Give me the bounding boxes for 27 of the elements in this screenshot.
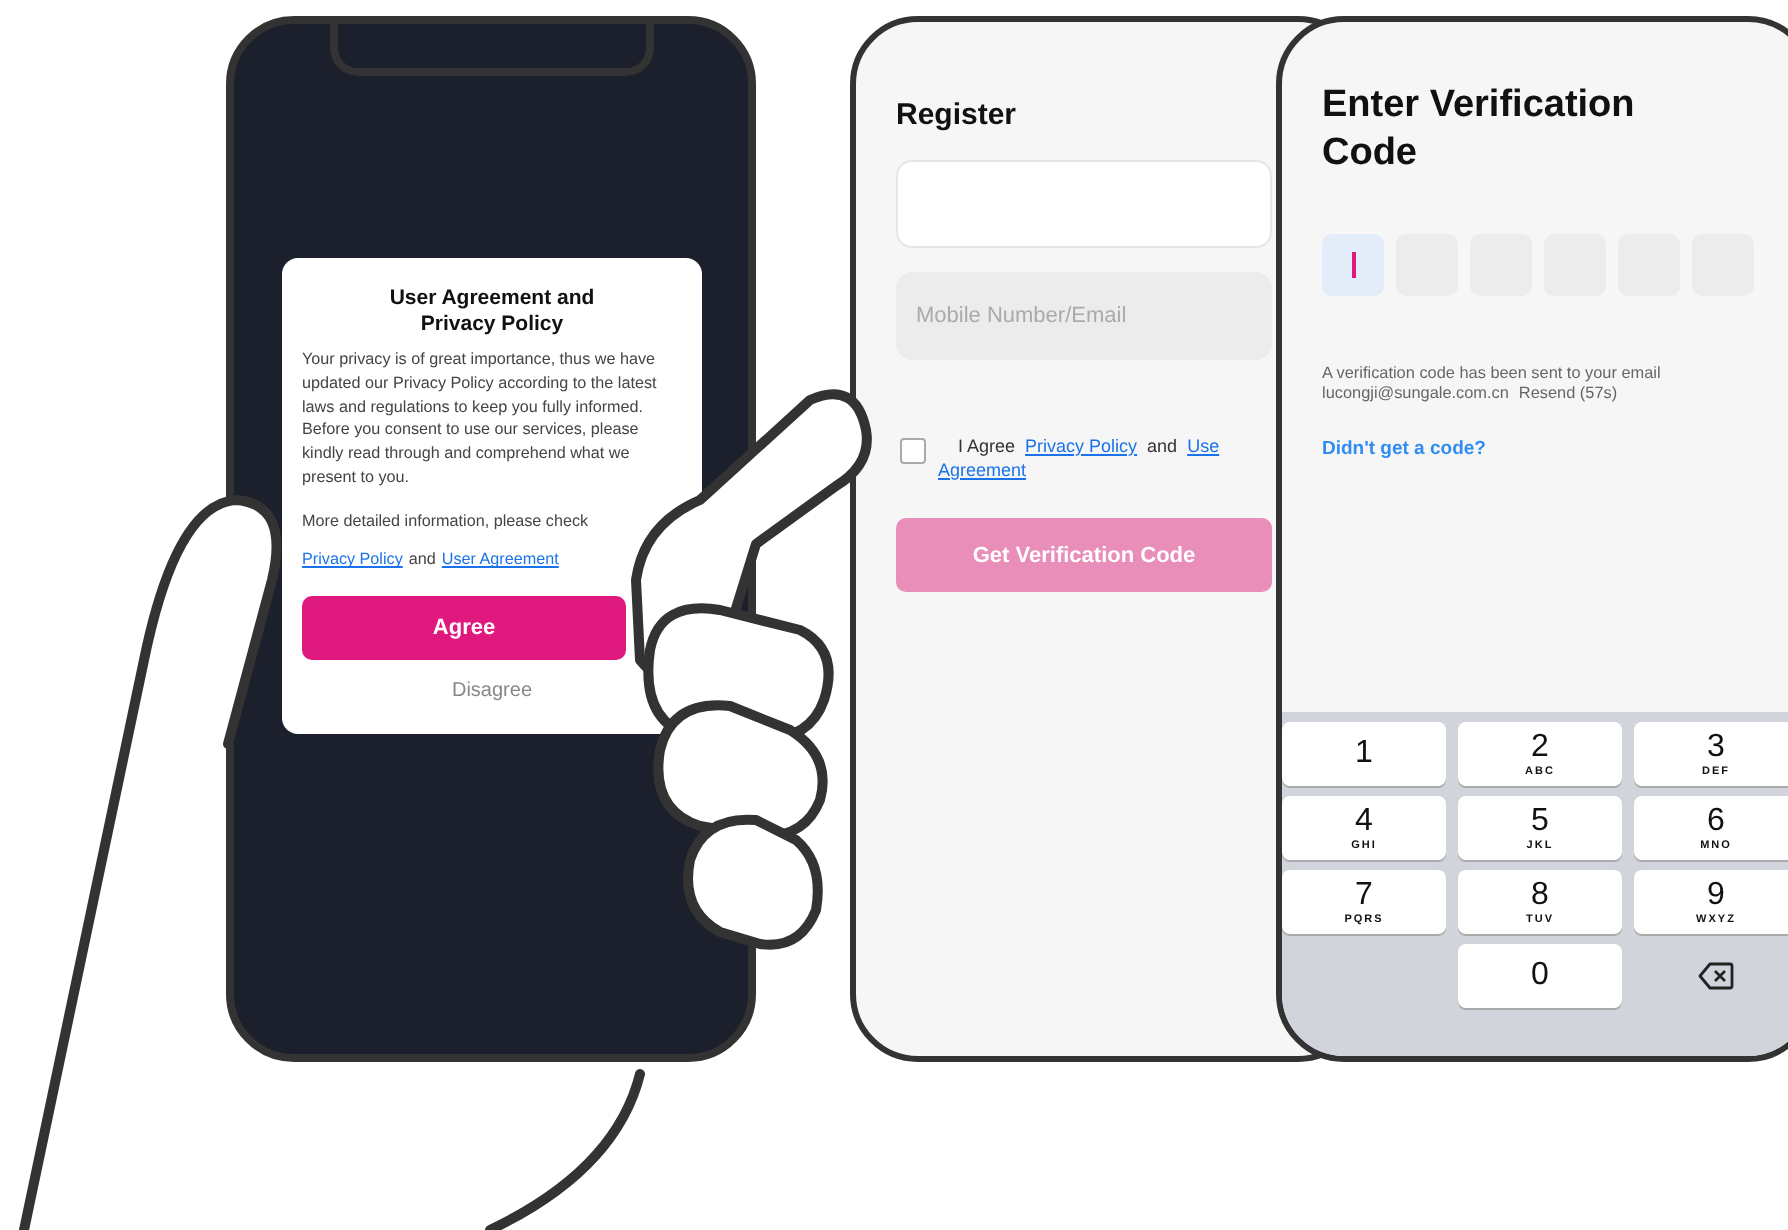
policy-link[interactable]: User Agreement xyxy=(441,550,559,569)
checkbox[interactable] xyxy=(900,438,926,464)
screen-title: Register xyxy=(896,98,1019,132)
link-separator: and xyxy=(408,550,436,569)
input-field[interactable]: Mobile Number/Email xyxy=(896,272,1272,360)
policy-link[interactable]: Agreement xyxy=(938,459,1027,483)
policy-link[interactable]: Privacy Policy xyxy=(302,550,403,569)
screen-title: Enter Verification Code xyxy=(1322,82,1637,177)
dialog-text: Before you consent to use our services, please kindly read through and comprehend what we present to you. xyxy=(302,418,641,490)
code-box[interactable] xyxy=(1322,233,1384,295)
backspace-icon xyxy=(1698,962,1734,990)
policy-link[interactable]: Use xyxy=(1187,436,1220,460)
input-field[interactable] xyxy=(896,160,1272,248)
info-text: A verification code has been sent to your email xyxy=(1322,363,1663,381)
text-cursor xyxy=(1351,251,1355,277)
email-text: lucongji@sungale.com.cn xyxy=(1322,383,1509,401)
disagree-button[interactable]: Disagree xyxy=(431,672,553,711)
keypad-key[interactable]: 0 xyxy=(1458,944,1622,1008)
resend-countdown: Resend (57s) xyxy=(1518,383,1618,401)
agreement-label: and xyxy=(1147,436,1178,460)
dialog-text: Your privacy is of great importance, thus we have updated our Privacy Policy according to the latest laws and regulations to keep you fully informed. xyxy=(302,348,659,419)
dialog-title: User Agreement and Privacy Policy xyxy=(387,286,597,337)
agreement-label: I Agree xyxy=(958,436,1016,460)
agree-button[interactable]: Agree xyxy=(302,596,626,661)
policy-link[interactable]: Privacy Policy xyxy=(1025,436,1138,460)
dialog-note: More detailed information, please check xyxy=(302,509,591,533)
keypad-key[interactable]: 1 xyxy=(1282,722,1446,786)
